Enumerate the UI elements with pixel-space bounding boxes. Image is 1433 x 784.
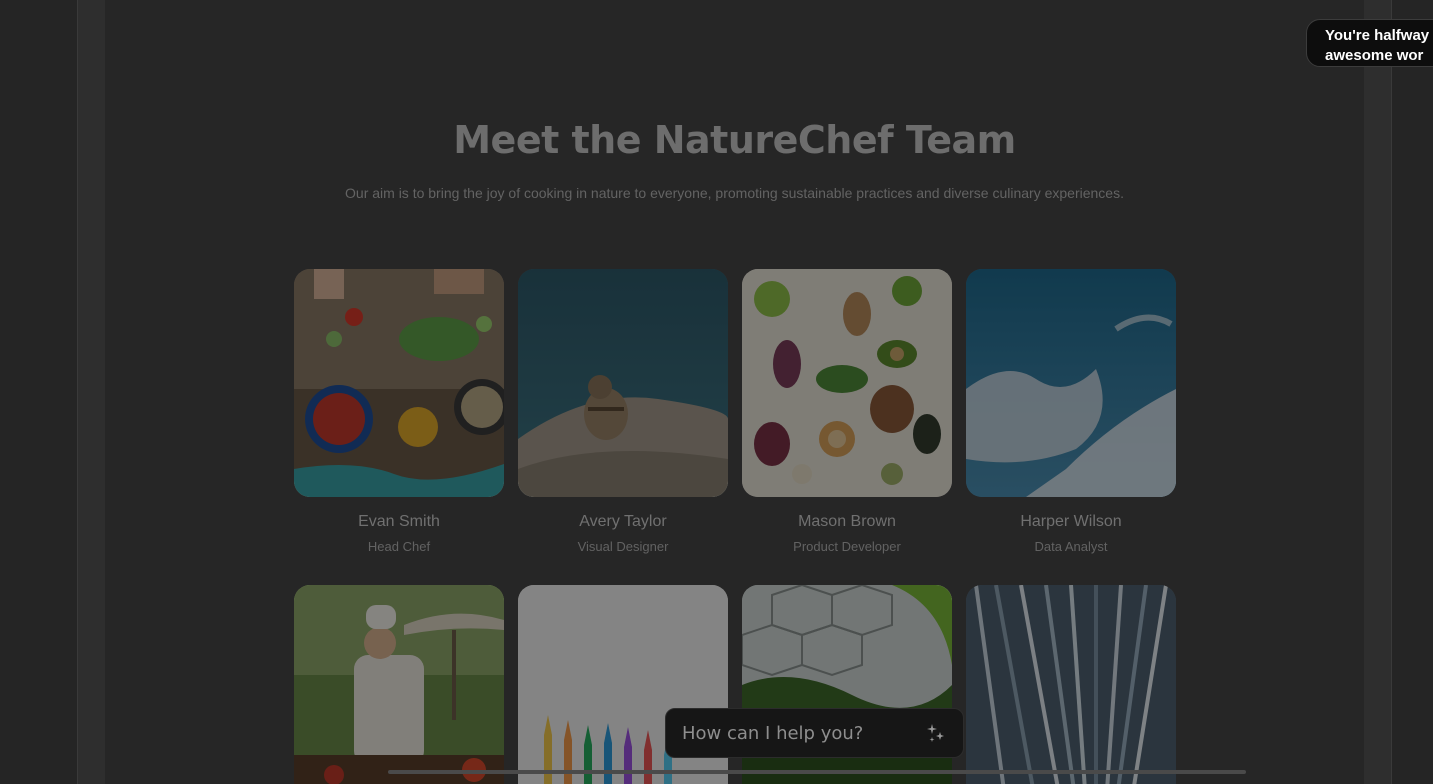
team-card-mason[interactable]: Mason Brown Product Developer (742, 269, 952, 554)
team-name: Avery Taylor (579, 513, 667, 530)
team-card-evan[interactable]: Evan Smith Head Chef (294, 269, 504, 554)
sparkle-icon[interactable] (925, 722, 947, 744)
team-photo-abstract-lines (966, 585, 1176, 784)
team-card-avery[interactable]: Avery Taylor Visual Designer (518, 269, 728, 554)
app-window: Meet the NatureChef Team Our aim is to b… (0, 0, 1433, 784)
page-subtitle: Our aim is to bring the joy of cooking i… (345, 185, 1124, 201)
team-photo-vegetables (742, 269, 952, 497)
team-photo-chipmunk (518, 269, 728, 497)
team-name: Harper Wilson (1020, 513, 1122, 530)
team-role: Visual Designer (577, 539, 669, 554)
horizontal-scrollbar[interactable] (388, 770, 1246, 774)
team-name: Evan Smith (358, 513, 440, 530)
toast-line-2: awesome wor (1325, 47, 1424, 64)
progress-toast[interactable]: You're halfway awesome wor (1306, 19, 1433, 67)
team-card-5[interactable] (294, 585, 504, 784)
team-card-8[interactable] (966, 585, 1176, 784)
toast-line-1: You're halfway (1325, 27, 1430, 44)
team-photo-outdoor-chef (294, 585, 504, 784)
team-photo-food-prep (294, 269, 504, 497)
assistant-prompt-bar[interactable] (665, 708, 964, 758)
team-role: Product Developer (793, 539, 901, 554)
team-card-harper[interactable]: Harper Wilson Data Analyst (966, 269, 1176, 554)
team-name: Mason Brown (798, 513, 896, 530)
assistant-input[interactable] (682, 722, 925, 744)
team-photo-sky (966, 269, 1176, 497)
team-role: Head Chef (367, 539, 431, 554)
page-title: Meet the NatureChef Team (453, 118, 1016, 162)
team-role: Data Analyst (1034, 539, 1108, 554)
